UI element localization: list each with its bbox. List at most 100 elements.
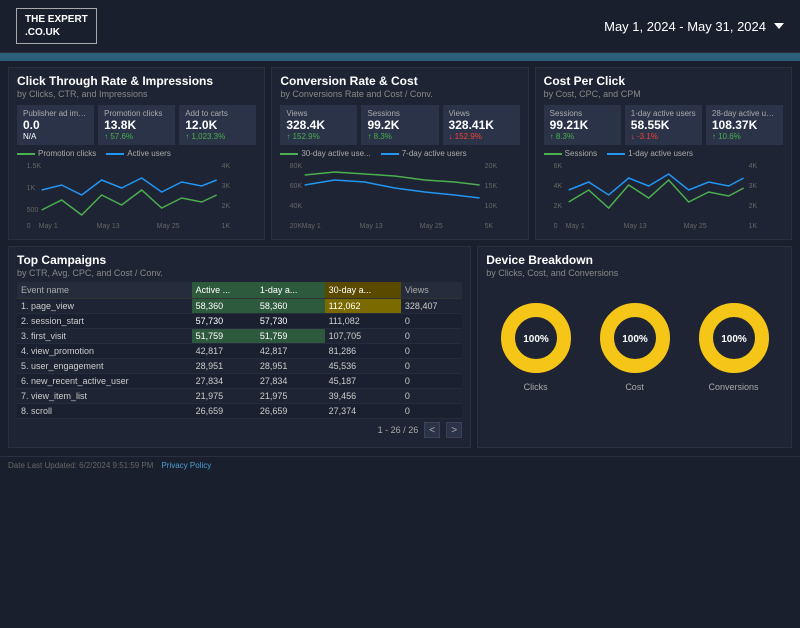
donut-cost: 100% Cost (595, 298, 675, 392)
conv-mc3-label: Views (449, 109, 514, 118)
mc3-change: ↑ 1,023.3% (185, 132, 250, 141)
svg-text:5K: 5K (485, 223, 494, 230)
mc2-change: ↑ 57.6% (104, 132, 169, 141)
col-header-thirtyday[interactable]: 30-day a... (325, 282, 401, 299)
device-subtitle: by Clicks, Cost, and Conversions (486, 268, 783, 278)
ctr-panel: Click Through Rate & Impressions by Clic… (8, 67, 265, 240)
svg-text:4K: 4K (553, 183, 562, 190)
svg-text:6K: 6K (553, 163, 562, 170)
col-header-oneday[interactable]: 1-day a... (256, 282, 325, 299)
cell-oneday: 21,975 (256, 389, 325, 404)
campaigns-panel: Top Campaigns by CTR, Avg. CPC, and Cost… (8, 246, 471, 448)
svg-text:May 13: May 13 (623, 223, 646, 230)
svg-text:15K: 15K (485, 183, 498, 190)
cpc-mc1-change: ↑ 8.3% (550, 132, 615, 141)
cpc-mc3-label: 28-day active users (712, 109, 777, 118)
cell-active: 58,360 (192, 299, 256, 314)
table-row: 4. view_promotion 42,817 42,817 81,286 0 (17, 344, 462, 359)
ctr-legend: Promotion clicks Active users (17, 149, 256, 158)
conv-legend-label-1: 30-day active use... (301, 149, 370, 158)
cell-num-name: 3. first_visit (17, 329, 192, 344)
cell-oneday: 51,759 (256, 329, 325, 344)
cell-oneday: 57,730 (256, 314, 325, 329)
cell-oneday: 28,951 (256, 359, 325, 374)
mc3-value: 12.0K (185, 118, 250, 132)
cpc-mc2-value: 58.55K (631, 118, 696, 132)
cell-active: 26,659 (192, 404, 256, 419)
legend-label-1: Promotion clicks (38, 149, 96, 158)
svg-text:4K: 4K (222, 163, 231, 170)
device-panel: Device Breakdown by Clicks, Cost, and Co… (477, 246, 792, 448)
svg-text:2K: 2K (222, 203, 231, 210)
metric-card-1: Publisher ad impressions 0.0 N/A (17, 105, 94, 145)
svg-text:May 1: May 1 (565, 223, 584, 230)
campaigns-title: Top Campaigns (17, 253, 462, 267)
cell-oneday: 27,834 (256, 374, 325, 389)
pagination: 1 - 26 / 26 < > (17, 419, 462, 441)
svg-text:60K: 60K (290, 183, 303, 190)
conversion-panel: Conversion Rate & Cost by Conversions Ra… (271, 67, 528, 240)
cell-thirtyday: 27,374 (325, 404, 401, 419)
main-content: Click Through Rate & Impressions by Clic… (0, 61, 800, 454)
conv-mc2-value: 99.2K (367, 118, 432, 132)
cpc-mc3-change: ↑ 10.6% (712, 132, 777, 141)
svg-text:1K: 1K (222, 223, 231, 230)
conv-legend-item-1: 30-day active use... (280, 149, 370, 158)
ctr-chart: 1.5K 1K 500 0 4K 3K 2K 1K May 1 May 13 M… (17, 160, 256, 230)
cell-active: 28,951 (192, 359, 256, 374)
next-page-button[interactable]: > (446, 422, 462, 438)
campaigns-subtitle: by CTR, Avg. CPC, and Cost / Conv. (17, 268, 462, 278)
svg-text:0: 0 (553, 223, 557, 230)
svg-text:May 13: May 13 (97, 223, 120, 230)
footer-date: Date Last Updated: 6/2/2024 9:51:59 PM (8, 461, 153, 470)
svg-text:80K: 80K (290, 163, 303, 170)
cell-thirtyday: 111,082 (325, 314, 401, 329)
donut-clicks: 100% Clicks (496, 298, 576, 392)
cpc-card-1: Sessions 99.21K ↑ 8.3% (544, 105, 621, 145)
cpc-legend-item-2: 1-day active users (607, 149, 693, 158)
cell-num-name: 5. user_engagement (17, 359, 192, 374)
col-header-views[interactable]: Views (401, 282, 462, 299)
cpc-mc1-label: Sessions (550, 109, 615, 118)
ctr-metric-cards: Publisher ad impressions 0.0 N/A Promoti… (17, 105, 256, 145)
bottom-row: Top Campaigns by CTR, Avg. CPC, and Cost… (8, 246, 792, 448)
svg-text:20K: 20K (485, 163, 498, 170)
conv-legend: 30-day active use... 7-day active users (280, 149, 519, 158)
svg-text:May 13: May 13 (360, 223, 383, 230)
logo-line2: .CO.UK (25, 26, 88, 39)
mc1-change: N/A (23, 132, 88, 141)
cell-views: 0 (401, 314, 462, 329)
cell-views: 0 (401, 404, 462, 419)
privacy-policy-link[interactable]: Privacy Policy (161, 461, 211, 470)
cell-thirtyday: 107,705 (325, 329, 401, 344)
cpc-metric-cards: Sessions 99.21K ↑ 8.3% 1-day active user… (544, 105, 783, 145)
cell-views: 0 (401, 329, 462, 344)
conv-legend-line-green (280, 153, 298, 155)
cpc-panel-subtitle: by Cost, CPC, and CPM (544, 89, 783, 99)
svg-text:1.5K: 1.5K (27, 163, 42, 170)
conversion-chart: 80K 60K 40K 20K 20K 15K 10K 5K May 1 May… (280, 160, 519, 230)
cpc-legend-line-blue (607, 153, 625, 155)
cell-views: 0 (401, 374, 462, 389)
nav-bar (0, 53, 800, 61)
donut-cost-label: Cost (625, 382, 644, 392)
cell-num-name: 8. scroll (17, 404, 192, 419)
donut-conversions-chart: 100% (694, 298, 774, 378)
svg-text:10K: 10K (485, 203, 498, 210)
col-header-active[interactable]: Active ... (192, 282, 256, 299)
header: THE EXPERT .CO.UK May 1, 2024 - May 31, … (0, 0, 800, 53)
date-range-dropdown-icon[interactable] (774, 23, 784, 29)
svg-text:3K: 3K (748, 183, 757, 190)
prev-page-button[interactable]: < (424, 422, 440, 438)
footer: Date Last Updated: 6/2/2024 9:51:59 PM P… (0, 456, 800, 474)
mc2-label: Promotion clicks (104, 109, 169, 118)
cell-active: 51,759 (192, 329, 256, 344)
col-header-name[interactable]: Event name (17, 282, 192, 299)
svg-text:May 25: May 25 (683, 223, 706, 230)
cell-oneday: 58,360 (256, 299, 325, 314)
table-row: 3. first_visit 51,759 51,759 107,705 0 (17, 329, 462, 344)
cpc-chart: 6K 4K 2K 0 4K 3K 2K 1K May 1 May 13 May … (544, 160, 783, 230)
date-range-selector[interactable]: May 1, 2024 - May 31, 2024 (604, 19, 784, 34)
cell-views: 0 (401, 344, 462, 359)
cell-num-name: 6. new_recent_active_user (17, 374, 192, 389)
